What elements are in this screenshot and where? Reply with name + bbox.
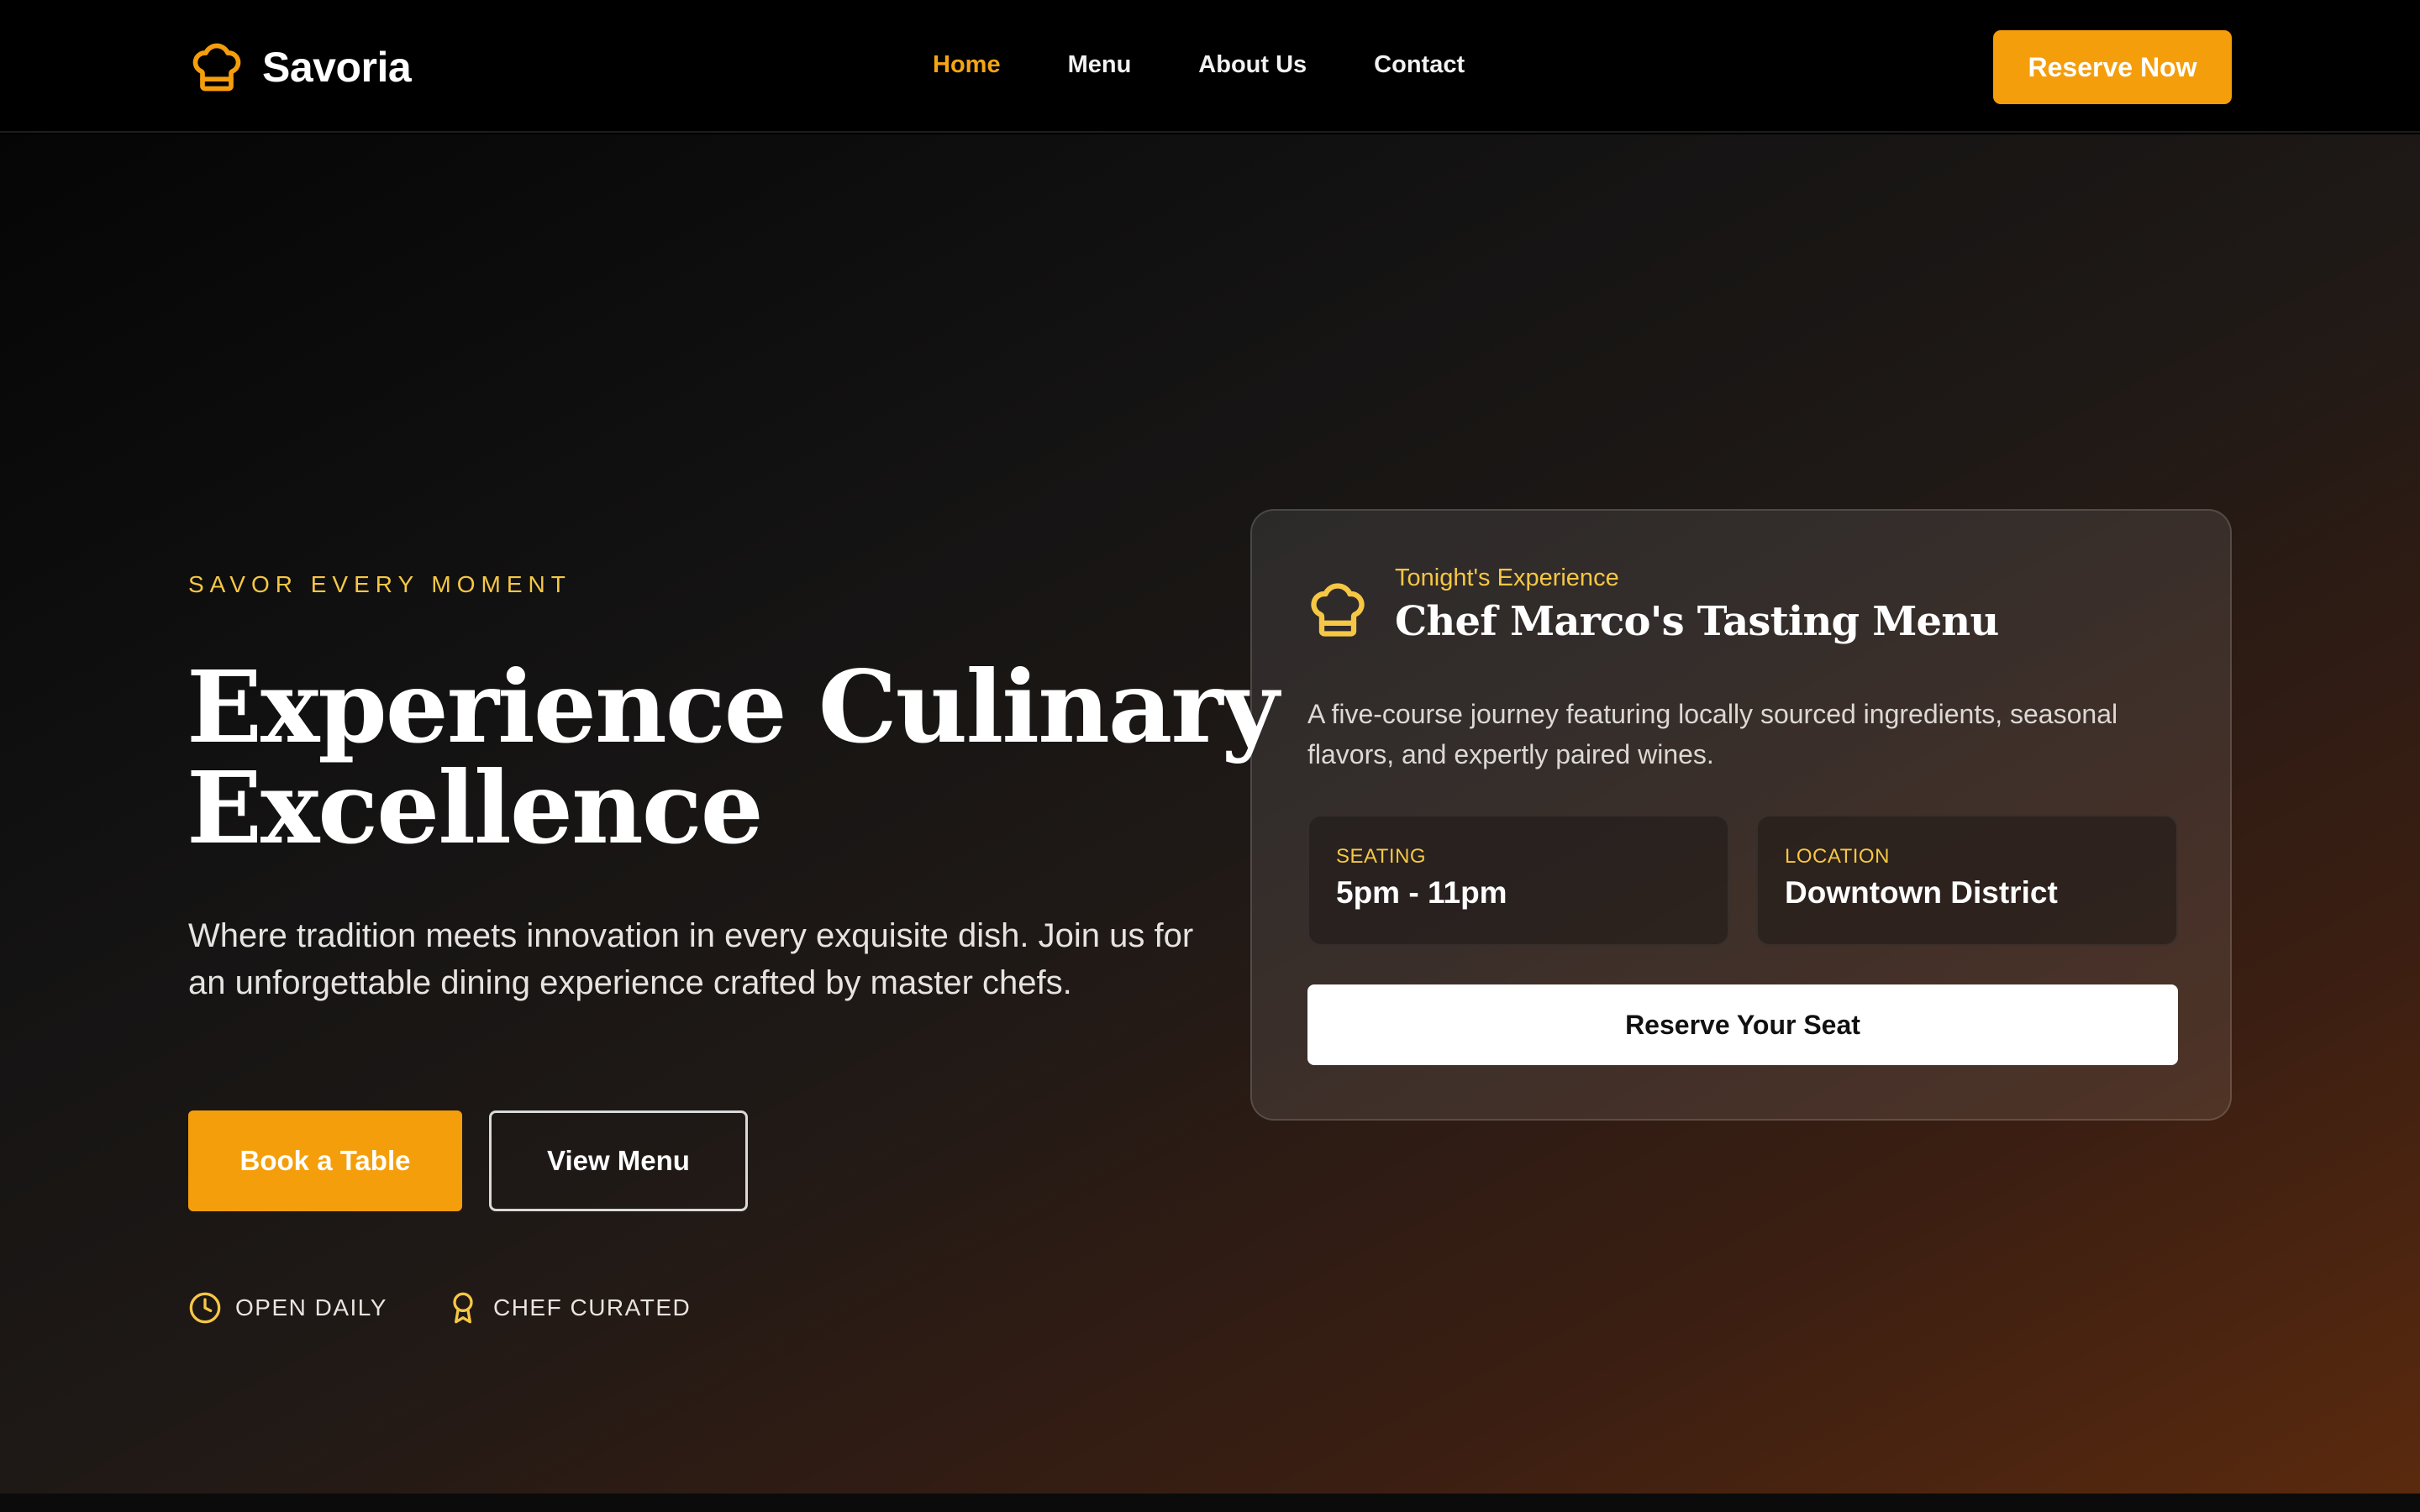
hero-eyebrow: SAVOR EVERY MOMENT	[188, 571, 571, 597]
brand-name: Savoria	[262, 44, 412, 91]
hero-headline-line1: Experience Culinary	[187, 648, 1279, 765]
info-label: LOCATION	[1785, 845, 1890, 868]
info-seating: SEATING 5pm - 11pm	[1307, 815, 1729, 946]
reserve-seat-button[interactable]: Reserve Your Seat	[1307, 984, 2178, 1065]
hero-badges: OPEN DAILY CHEF CURATED	[188, 1289, 750, 1327]
badge-label: CHEF CURATED	[492, 1294, 692, 1320]
badge-label: OPEN DAILY	[235, 1294, 387, 1320]
nav-link-contact[interactable]: Contact	[1374, 46, 1465, 83]
chef-hat-icon	[192, 43, 241, 92]
badge-chef-curated: CHEF CURATED	[446, 1291, 691, 1325]
hero-headline: Experience Culinary Excellence	[187, 657, 1279, 858]
footer-strip	[0, 1494, 2420, 1512]
tasting-menu-card: Tonight's Experience Chef Marco's Tastin…	[1250, 509, 2232, 1121]
info-label: SEATING	[1336, 845, 1427, 868]
page: Savoria Home Menu About Us Contact Reser…	[0, 0, 2420, 1512]
badge-open-daily: OPEN DAILY	[188, 1291, 387, 1325]
hero-lede: Where tradition meets innovation in ever…	[188, 917, 1194, 1001]
card-description: A five-course journey featuring locally …	[1307, 699, 2118, 769]
info-value: Downtown District	[1785, 875, 2058, 910]
view-menu-button[interactable]: View Menu	[489, 1110, 748, 1211]
brand[interactable]: Savoria	[188, 35, 412, 99]
award-icon	[453, 1292, 473, 1324]
top-nav: Savoria Home Menu About Us Contact Reser…	[0, 0, 2420, 133]
chef-hat-icon	[1311, 583, 1365, 637]
info-location: LOCATION Downtown District	[1756, 815, 2178, 946]
nav-link-home[interactable]: Home	[933, 46, 1001, 83]
nav-link-menu[interactable]: Menu	[1068, 46, 1132, 83]
info-value: 5pm - 11pm	[1336, 875, 1507, 910]
nav-links: Home Menu About Us Contact	[933, 46, 1532, 83]
card-kicker: Tonight's Experience	[1395, 564, 1619, 591]
nav-link-about-us[interactable]: About Us	[1198, 46, 1307, 83]
reserve-now-button[interactable]: Reserve Now	[1993, 30, 2232, 104]
clock-icon	[189, 1292, 221, 1324]
card-title: Chef Marco's Tasting Menu	[1395, 598, 1999, 645]
hero-headline-line2: Excellence	[187, 749, 764, 866]
book-table-button[interactable]: Book a Table	[188, 1110, 462, 1211]
hero-section: SAVOR EVERY MOMENT Experience Culinary E…	[0, 134, 2420, 1494]
